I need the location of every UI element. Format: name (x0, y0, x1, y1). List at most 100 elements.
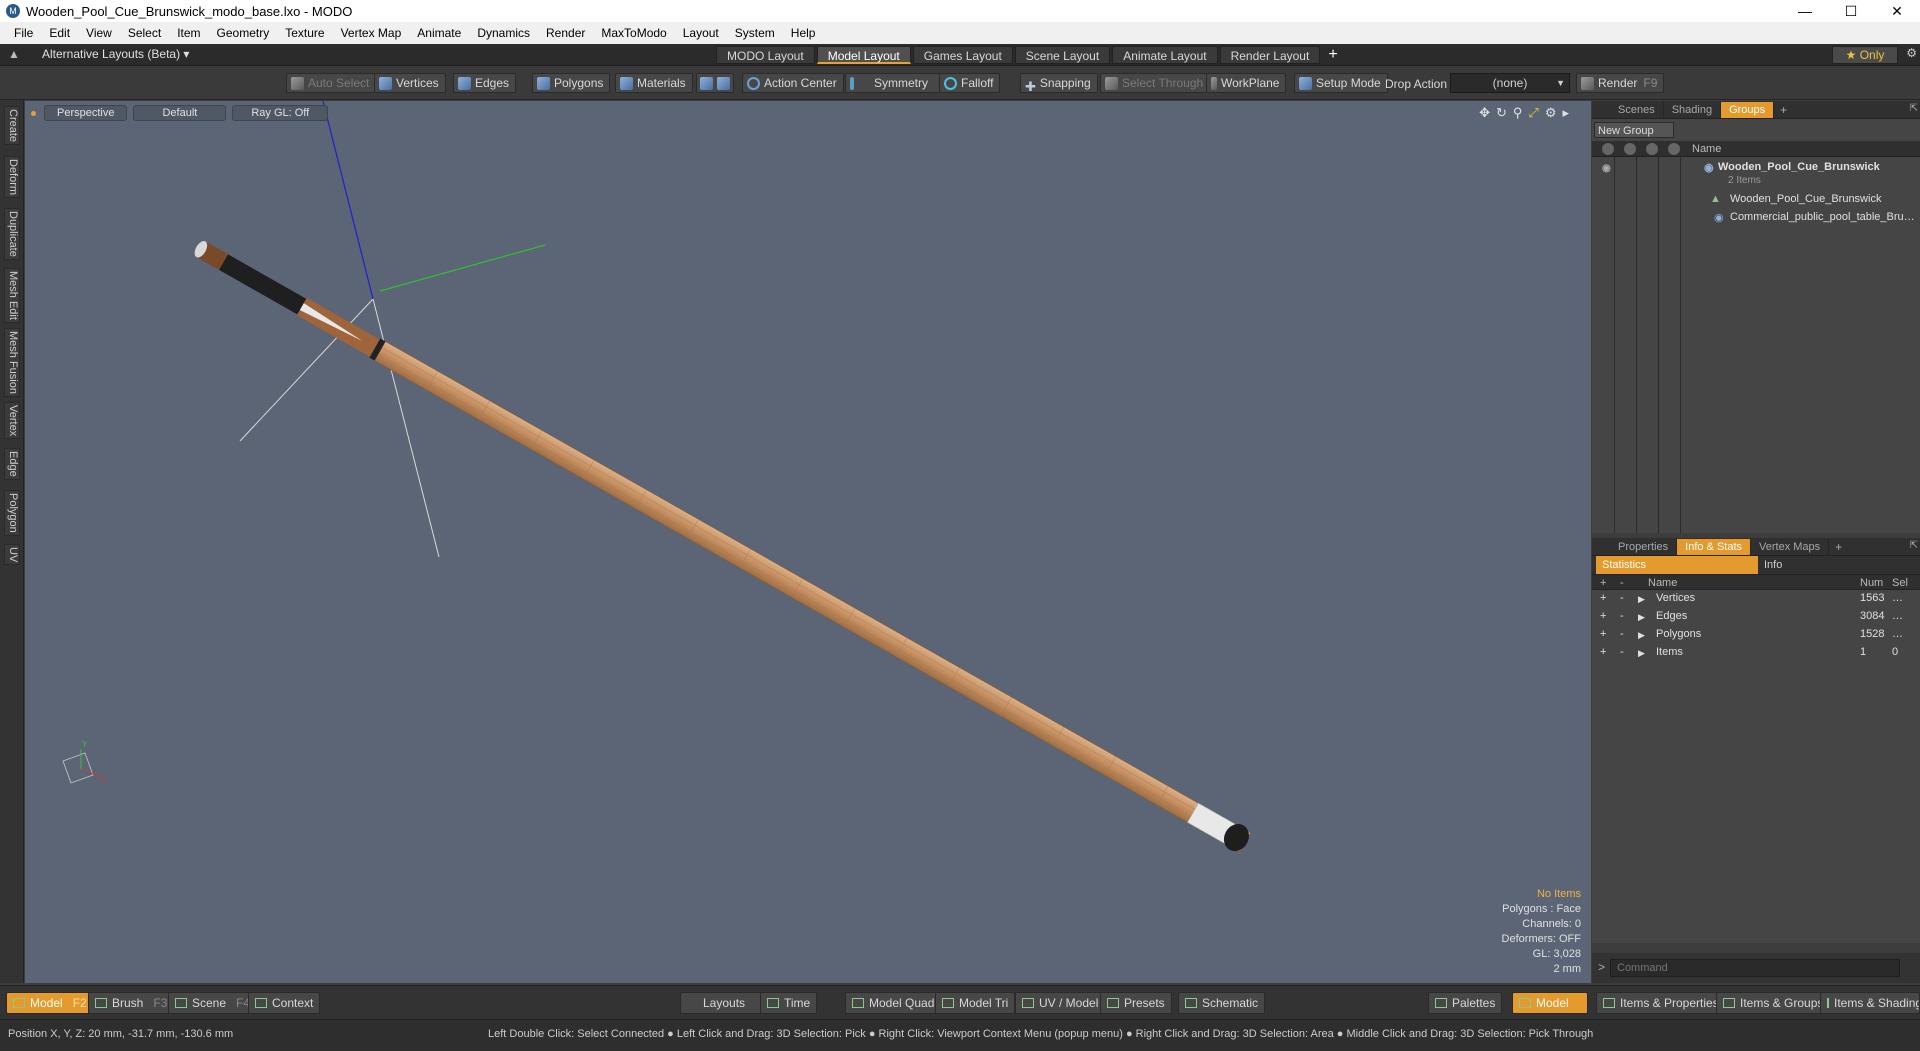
expand-panel-icon[interactable]: ⇱ (1910, 103, 1918, 114)
close-button[interactable]: ✕ (1874, 0, 1920, 22)
select-toggle-icon[interactable] (1668, 143, 1680, 155)
scene-mode-button[interactable]: Scene F4 (168, 992, 258, 1014)
menu-maxtomodo[interactable]: MaxToModo (593, 26, 674, 40)
menu-system[interactable]: System (727, 26, 783, 40)
add-layout-button[interactable]: + (1328, 46, 1337, 64)
polygons-button[interactable]: Polygons (532, 73, 611, 93)
menu-layout[interactable]: Layout (675, 26, 727, 40)
collapse-all-icon[interactable]: - (1620, 577, 1624, 589)
uv-model-button[interactable]: UV / Model (1015, 992, 1106, 1014)
table-row[interactable]: + - ▶ Polygons 1528 … (1592, 626, 1920, 644)
3d-viewport[interactable]: Y X Perspective Default Ray GL: Off ✥ ↻ … (25, 101, 1591, 983)
tab-properties[interactable]: Properties (1610, 538, 1678, 555)
symmetry-button[interactable]: Symmetry (845, 73, 941, 93)
context-button[interactable]: Context (248, 992, 321, 1014)
list-item[interactable]: ◉ Commercial_public_pool_table_Bru… (1592, 209, 1920, 227)
menu-file[interactable]: File (6, 26, 41, 40)
tab-polygon[interactable]: Polygon (4, 490, 20, 536)
action-center-button[interactable]: Action Center (742, 73, 844, 93)
tab-edge[interactable]: Edge (4, 448, 20, 480)
menu-render[interactable]: Render (538, 26, 593, 40)
menu-geometry[interactable]: Geometry (209, 26, 278, 40)
menu-help[interactable]: Help (783, 26, 824, 40)
remove-icon[interactable]: - (1620, 628, 1624, 640)
add-icon[interactable]: + (1600, 592, 1606, 604)
lock-icon[interactable] (1646, 143, 1658, 155)
tab-create[interactable]: Create (4, 106, 20, 146)
expand-all-icon[interactable]: + (1600, 577, 1606, 589)
visibility-eye-icon[interactable] (1602, 143, 1614, 155)
items-shading-button[interactable]: Items & Shading (1820, 992, 1920, 1014)
gear-icon[interactable]: ⚙ (1906, 46, 1917, 60)
only-button[interactable]: ★ Only (1832, 46, 1898, 64)
tab-games-layout[interactable]: Games Layout (912, 46, 1013, 64)
tab-render-layout[interactable]: Render Layout (1219, 46, 1321, 64)
tab-shading[interactable]: Shading (1664, 101, 1722, 118)
materials-button[interactable]: Materials (615, 73, 693, 93)
time-button[interactable]: Time (760, 992, 818, 1014)
tab-model-layout[interactable]: Model Layout (816, 46, 911, 64)
drop-action-select[interactable]: (none) ▼ (1450, 73, 1570, 93)
menu-dynamics[interactable]: Dynamics (469, 26, 538, 40)
snapping-button[interactable]: ✚ Snapping (1020, 73, 1098, 94)
menu-vertex-map[interactable]: Vertex Map (333, 26, 410, 40)
alternative-layouts[interactable]: ▲ Alternative Layouts (Beta) ▾ (8, 47, 189, 61)
menu-texture[interactable]: Texture (277, 26, 332, 40)
expand-arrow-icon[interactable]: ▶ (1638, 612, 1645, 623)
shading-default-button[interactable]: Default (133, 105, 227, 121)
brush-mode-button[interactable]: Brush F3 (88, 992, 175, 1014)
table-row[interactable]: + - ▶ Vertices 1563 … (1592, 590, 1920, 608)
tab-vertex[interactable]: Vertex (4, 402, 20, 440)
setup-mode-button[interactable]: Setup Mode (1294, 73, 1388, 93)
model-quad-button[interactable]: Model Quad (845, 992, 942, 1014)
items-properties-button[interactable]: Items & Properties (1596, 992, 1726, 1014)
falloff-button[interactable]: Falloff (939, 73, 1001, 93)
tab-scenes[interactable]: Scenes (1610, 101, 1664, 118)
maximize-button[interactable]: ☐ (1828, 0, 1874, 22)
raygl-button[interactable]: Ray GL: Off (232, 105, 329, 121)
tab-mesh-fusion[interactable]: Mesh Fusion (4, 328, 20, 397)
menu-edit[interactable]: Edit (41, 26, 78, 40)
viewport-gear-icon[interactable]: ⚙ (1545, 105, 1557, 121)
render-toggle-icon[interactable] (1624, 143, 1636, 155)
tab-uv[interactable]: UV (4, 544, 20, 566)
add-icon[interactable]: + (1600, 628, 1606, 640)
rotate-icon[interactable]: ↻ (1496, 105, 1507, 121)
remove-icon[interactable]: - (1620, 610, 1624, 622)
add-icon[interactable]: + (1600, 610, 1606, 622)
model-layout-button[interactable]: Model (1512, 992, 1588, 1014)
model-mode-button[interactable]: Model F2 (6, 992, 94, 1014)
add-tab-button[interactable]: + (1780, 103, 1787, 117)
remove-icon[interactable]: - (1620, 646, 1624, 658)
add-tab-button[interactable]: + (1835, 540, 1842, 554)
menu-view[interactable]: View (78, 26, 120, 40)
select-through-button[interactable]: Select Through (1100, 73, 1211, 93)
render-button[interactable]: Render F9 (1576, 73, 1665, 93)
edges-button[interactable]: Edges (453, 73, 517, 93)
palettes-button[interactable]: Palettes (1428, 992, 1503, 1014)
tab-animate-layout[interactable]: Animate Layout (1112, 46, 1218, 64)
remove-icon[interactable]: - (1620, 592, 1624, 604)
view-perspective-button[interactable]: Perspective (44, 105, 128, 121)
expand-arrow-icon[interactable]: ▶ (1638, 594, 1645, 605)
layout-home-icon[interactable]: ▲ (8, 47, 22, 61)
tab-info[interactable]: Info (1758, 556, 1920, 574)
viewport-menu-dot[interactable] (31, 110, 36, 116)
workplane-button[interactable]: WorkPlane (1206, 73, 1287, 93)
table-row[interactable]: + - ▶ Items 1 0 (1592, 644, 1920, 662)
menu-item[interactable]: Item (169, 26, 208, 40)
menu-select[interactable]: Select (120, 26, 169, 40)
tab-mesh-edit[interactable]: Mesh Edit (4, 268, 20, 323)
expand-arrow-icon[interactable]: ▶ (1638, 630, 1645, 641)
items-groups-button[interactable]: Items & Groups (1716, 992, 1831, 1014)
tab-groups[interactable]: Groups (1721, 101, 1775, 118)
tab-vertex-maps[interactable]: Vertex Maps (1751, 538, 1830, 555)
minimize-button[interactable]: — (1782, 0, 1828, 22)
expand-arrow-icon[interactable]: ▶ (1638, 648, 1645, 659)
tab-info-stats[interactable]: Info & Stats (1677, 538, 1752, 555)
command-input[interactable] (1610, 959, 1900, 977)
selection-mode-toggle[interactable] (696, 73, 734, 93)
schematic-button[interactable]: Schematic (1178, 992, 1266, 1014)
pan-icon[interactable]: ✥ (1479, 105, 1490, 121)
tab-modo-layout[interactable]: MODO Layout (716, 46, 815, 64)
